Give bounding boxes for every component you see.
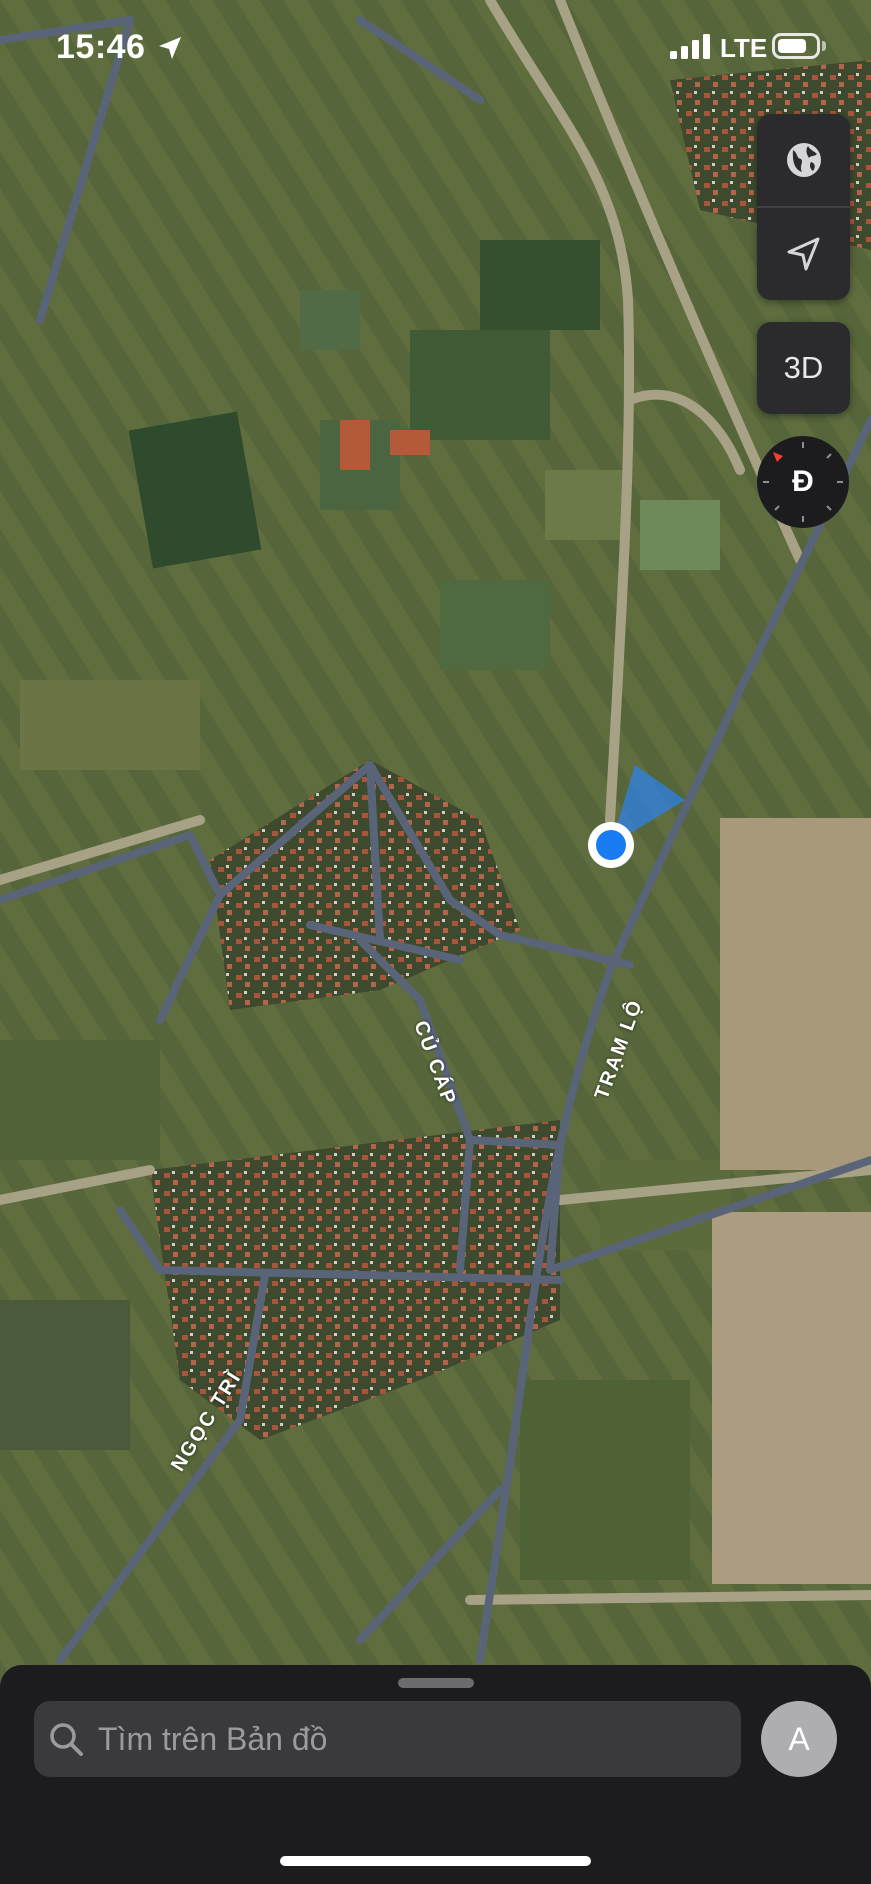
search-bar[interactable]: Tìm trên Bản đồ — [34, 1701, 741, 1777]
satellite-map[interactable] — [0, 0, 871, 1884]
tracking-button[interactable] — [757, 208, 850, 300]
battery-tip — [822, 41, 826, 51]
home-indicator[interactable] — [280, 1856, 591, 1866]
bottom-sheet[interactable]: Tìm trên Bản đồ A — [0, 1665, 871, 1884]
account-avatar[interactable]: A — [761, 1701, 837, 1777]
avatar-initial: A — [788, 1720, 810, 1757]
map-controls — [757, 114, 850, 300]
location-services-icon — [159, 37, 181, 59]
view-3d-button[interactable]: 3D — [757, 322, 850, 414]
location-arrow-icon — [787, 237, 819, 271]
compass-button[interactable]: Đ — [757, 436, 849, 528]
search-placeholder: Tìm trên Bản đồ — [98, 1721, 328, 1757]
cellular-signal-icon — [670, 34, 710, 59]
compass-label: Đ — [792, 465, 814, 498]
search-icon — [50, 1723, 83, 1756]
globe-icon — [786, 143, 821, 177]
battery-icon — [772, 33, 820, 59]
current-location-dot[interactable] — [596, 830, 626, 860]
sheet-grabber[interactable] — [398, 1678, 474, 1688]
status-bar: 15:46 LTE — [0, 0, 871, 96]
view-3d-label: 3D — [783, 350, 824, 385]
map-mode-button[interactable] — [757, 114, 850, 206]
network-type: LTE — [720, 33, 768, 63]
bare-land-upper — [720, 818, 871, 1170]
status-time: 15:46 — [56, 28, 146, 66]
bare-land-lower — [712, 1212, 871, 1584]
